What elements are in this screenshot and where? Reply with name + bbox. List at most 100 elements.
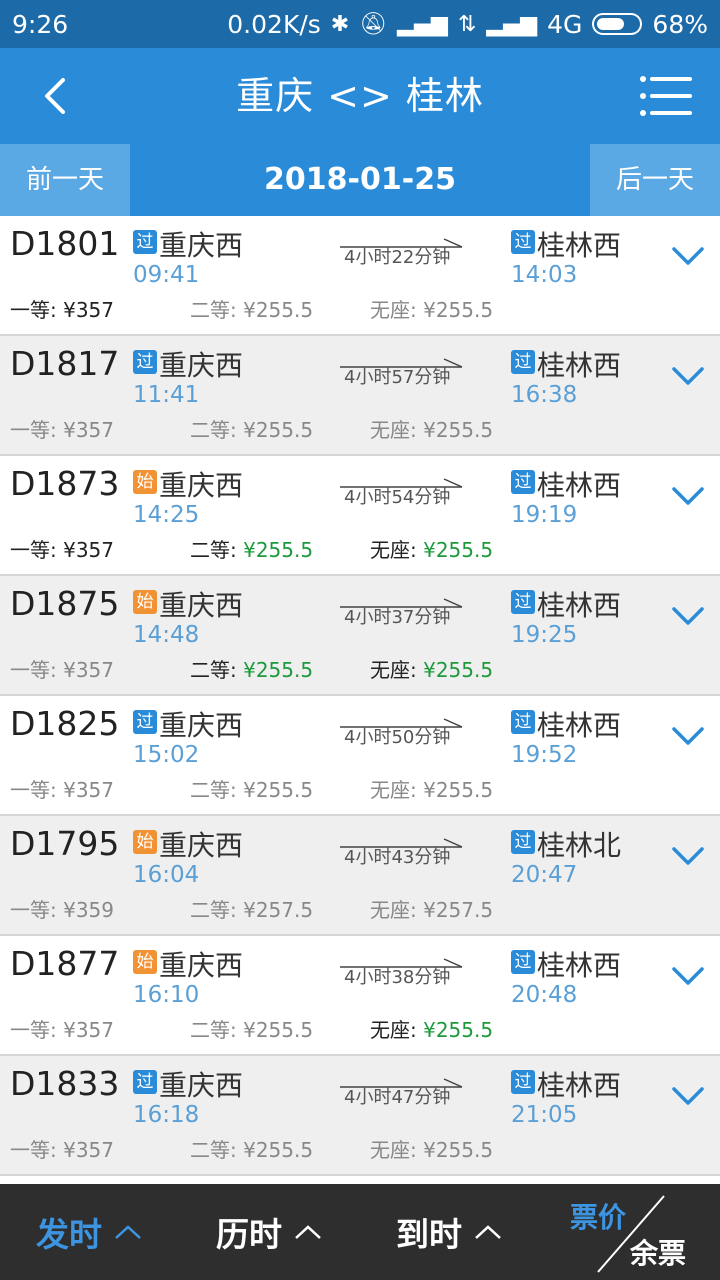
departure-badge: 过: [133, 350, 157, 374]
menu-button[interactable]: [640, 76, 692, 116]
chevron-down-icon[interactable]: [670, 838, 706, 874]
sort-by-price-toggle[interactable]: 票价 余票: [566, 1184, 720, 1280]
second-class-price: 二等: ¥255.5: [190, 658, 314, 682]
train-number: D1875: [10, 584, 120, 623]
second-class-price: 二等: ¥257.5: [190, 898, 314, 922]
status-right: 0.02K/s ✱ 🔕︎ ▂▄▆ ⇅ ▂▄▆ 4G 68%: [227, 10, 708, 39]
prev-day-button[interactable]: 前一天: [0, 144, 130, 216]
signal-icon: ▂▄▆: [397, 11, 448, 37]
train-row[interactable]: D1801 过 重庆西 09:41 4小时22分钟 过 桂林西 14:03 一等…: [0, 216, 720, 336]
train-row[interactable]: D1833 过 重庆西 16:18 4小时47分钟 过 桂林西 21:05 一等…: [0, 1056, 720, 1176]
first-class-price: 一等: ¥357: [10, 658, 115, 682]
train-row[interactable]: D1875 始 重庆西 14:48 4小时37分钟 过 桂林西 19:25 一等…: [0, 576, 720, 696]
chevron-up-icon: [295, 1225, 321, 1239]
no-seat-price: 无座: ¥255.5: [370, 1018, 494, 1042]
train-row[interactable]: D1825 过 重庆西 15:02 4小时50分钟 过 桂林西 19:52 一等…: [0, 696, 720, 816]
travel-duration: 4小时38分钟: [344, 967, 451, 988]
second-class-price: 二等: ¥255.5: [190, 778, 314, 802]
first-class-price: 一等: ¥357: [10, 418, 115, 442]
second-class-price: 二等: ¥255.5: [190, 1138, 314, 1162]
arrival-time: 19:25: [511, 622, 578, 648]
travel-duration: 4小时47分钟: [344, 1087, 451, 1108]
sort-by-arrival-button[interactable]: 到时: [396, 1184, 502, 1280]
train-row[interactable]: D1795 始 重庆西 16:04 4小时43分钟 过 桂林北 20:47 一等…: [0, 816, 720, 936]
train-number: D1817: [10, 344, 120, 383]
no-seat-price: 无座: ¥255.5: [370, 778, 494, 802]
train-number: D1801: [10, 224, 120, 263]
chevron-up-icon: [115, 1225, 141, 1239]
status-time: 9:26: [12, 9, 69, 39]
arrival-time: 19:52: [511, 742, 578, 768]
first-class-price: 一等: ¥357: [10, 1018, 115, 1042]
second-class-price: 二等: ¥255.5: [190, 538, 314, 562]
second-class-price: 二等: ¥255.5: [190, 1018, 314, 1042]
chevron-down-icon[interactable]: [670, 478, 706, 514]
arrival-badge: 过: [511, 830, 535, 854]
bluetooth-icon: ✱: [330, 11, 350, 37]
chevron-down-icon[interactable]: [670, 238, 706, 274]
travel-duration: 4小时37分钟: [344, 607, 451, 628]
chevron-down-icon[interactable]: [670, 958, 706, 994]
no-seat-price: 无座: ¥255.5: [370, 658, 494, 682]
chevron-down-icon[interactable]: [670, 718, 706, 754]
sort-by-duration-button[interactable]: 历时: [216, 1184, 322, 1280]
sort-departure-label: 发时: [36, 1215, 102, 1254]
sort-bar: 发时 历时 到时 票价 余票: [0, 1184, 720, 1280]
departure-time: 16:18: [133, 1102, 200, 1128]
sort-duration-label: 历时: [216, 1215, 282, 1254]
departure-station: 重庆西: [159, 829, 244, 862]
arrival-time: 21:05: [511, 1102, 578, 1128]
train-number: D1825: [10, 704, 120, 743]
second-class-price: 二等: ¥255.5: [190, 418, 314, 442]
travel-duration: 4小时22分钟: [344, 247, 451, 268]
train-number: D1877: [10, 944, 120, 983]
travel-duration: 4小时54分钟: [344, 487, 451, 508]
data-transfer-icon: ⇅: [457, 11, 477, 37]
current-date[interactable]: 2018-01-25: [130, 144, 590, 216]
departure-time: 16:10: [133, 982, 200, 1008]
arrival-time: 16:38: [511, 382, 578, 408]
departure-time: 11:41: [133, 382, 200, 408]
departure-time: 16:04: [133, 862, 200, 888]
network-speed: 0.02K/s: [227, 9, 321, 39]
chevron-down-icon[interactable]: [670, 1078, 706, 1114]
first-class-price: 一等: ¥357: [10, 778, 115, 802]
mute-icon: 🔕︎: [359, 11, 388, 37]
sort-by-departure-button[interactable]: 发时: [36, 1184, 142, 1280]
arrival-time: 20:47: [511, 862, 578, 888]
network-type: 4G: [547, 9, 583, 39]
arrival-time: 14:03: [511, 262, 578, 288]
arrival-station: 桂林西: [537, 349, 622, 382]
sort-arrival-label: 到时: [396, 1215, 462, 1254]
status-bar: 9:26 0.02K/s ✱ 🔕︎ ▂▄▆ ⇅ ▂▄▆ 4G 68%: [0, 0, 720, 48]
battery-icon: [592, 13, 643, 35]
arrival-station: 桂林北: [537, 829, 622, 862]
next-day-button[interactable]: 后一天: [590, 144, 720, 216]
departure-station: 重庆西: [159, 589, 244, 622]
departure-badge: 始: [133, 950, 157, 974]
train-row[interactable]: D1873 始 重庆西 14:25 4小时54分钟 过 桂林西 19:19 一等…: [0, 456, 720, 576]
no-seat-price: 无座: ¥255.5: [370, 298, 494, 322]
train-number: D1873: [10, 464, 120, 503]
battery-level: 68%: [652, 9, 708, 39]
date-bar: 前一天 2018-01-25 后一天: [0, 144, 720, 216]
train-row[interactable]: D1817 过 重庆西 11:41 4小时57分钟 过 桂林西 16:38 一等…: [0, 336, 720, 456]
train-number: D1795: [10, 824, 120, 863]
first-class-price: 一等: ¥359: [10, 898, 115, 922]
no-seat-price: 无座: ¥255.5: [370, 1138, 494, 1162]
arrival-badge: 过: [511, 470, 535, 494]
departure-time: 15:02: [133, 742, 200, 768]
chevron-down-icon[interactable]: [670, 358, 706, 394]
arrival-time: 19:19: [511, 502, 578, 528]
chevron-down-icon[interactable]: [670, 598, 706, 634]
departure-station: 重庆西: [159, 469, 244, 502]
sort-remaining-label: 余票: [630, 1237, 687, 1270]
arrival-badge: 过: [511, 1070, 535, 1094]
app-header: 重庆 <> 桂林: [0, 48, 720, 144]
departure-badge: 始: [133, 470, 157, 494]
no-seat-price: 无座: ¥255.5: [370, 538, 494, 562]
departure-badge: 始: [133, 590, 157, 614]
departure-badge: 过: [133, 230, 157, 254]
train-row[interactable]: D1877 始 重庆西 16:10 4小时38分钟 过 桂林西 20:48 一等…: [0, 936, 720, 1056]
arrival-station: 桂林西: [537, 709, 622, 742]
